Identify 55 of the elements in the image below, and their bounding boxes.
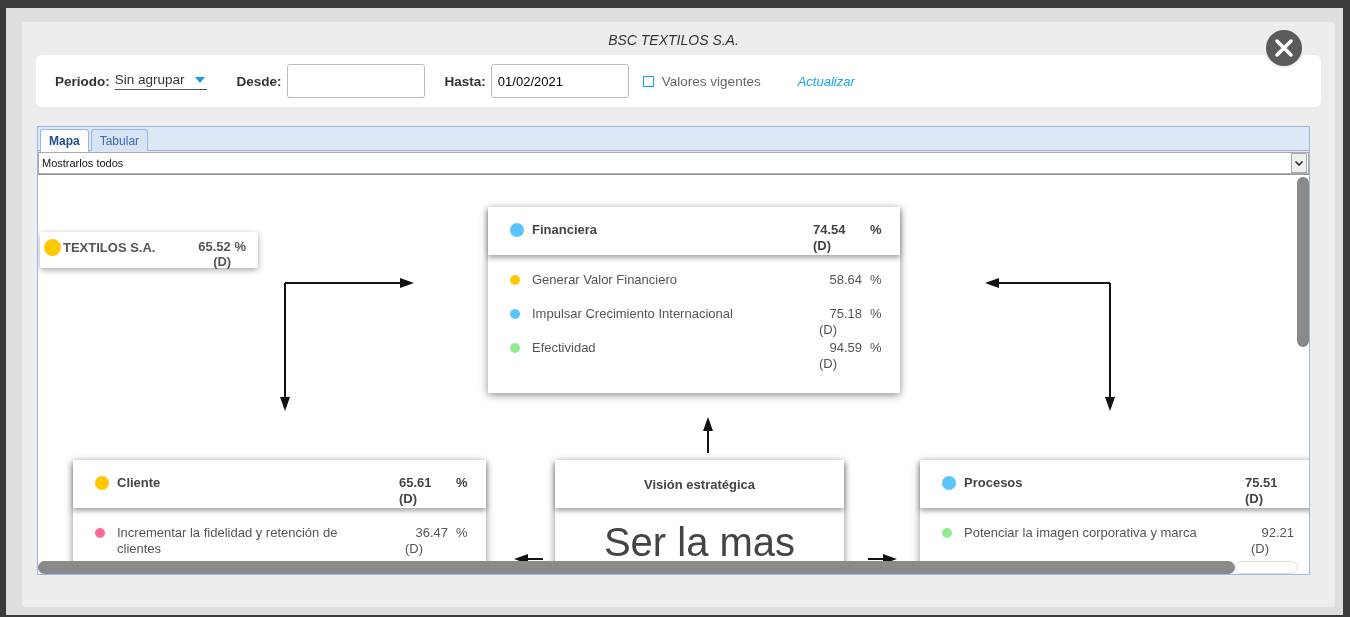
unit-text: % [870,222,883,239]
objective-name: Efectividad [532,340,597,356]
perspective-name: Financiera [532,222,599,239]
caret-icon [194,76,205,83]
value-note: (D) [404,541,424,557]
objective-value: 36.47 [415,525,448,541]
objective-name: Generar Valor Financiero [532,272,678,288]
objective-value: 58.64 [829,272,862,288]
unit-text: % [870,272,883,288]
perspective-name: Cliente [117,475,162,492]
unit-text: % [456,475,469,492]
objective-name: Potenciar la imagen corporativa y marca [964,525,1198,541]
period-dropdown[interactable]: Sin agrupar [114,72,207,90]
scrollbar-thumb[interactable] [1297,177,1309,347]
value-note: (D) [818,356,838,372]
tab[interactable]: Tabular [90,129,149,151]
value-note: (D) [1250,541,1270,557]
value-note: (D) [399,491,418,507]
close-icon [1275,39,1293,57]
vision-title: Visión estratégica [643,476,755,492]
company-value: 65.52 % [198,239,246,254]
dropdown-button[interactable] [1291,153,1307,173]
close-button[interactable] [1264,28,1304,68]
value-note: (D) [818,322,838,338]
date-input[interactable]: 01/02/2021 [490,64,629,98]
perspective-name: Procesos [964,475,1024,492]
objective-name: Incrementar la fidelidad y retención de clientes [117,525,339,557]
objective-value: 94.59 [829,340,862,356]
perspective-value: 65.61 [399,475,432,491]
dropdown-value: Mostrarlos todos [42,157,124,169]
date-input[interactable] [286,64,425,98]
filter-dropdown[interactable]: Mostrarlos todos [38,152,1309,174]
unit-text: % [870,306,883,322]
company-name: TEXTILOS S.A. [63,239,157,256]
value-note: (D) [1245,491,1264,507]
unit-text: % [456,525,469,541]
field-label: Periodo: [55,73,110,89]
objective-value: 92.21 [1261,525,1294,541]
checkbox[interactable] [642,75,654,87]
objective-name: Impulsar Crecimiento Internacional [532,306,734,322]
unit-text: % [870,340,883,356]
connector-arrow [703,417,713,454]
checkbox-label: Valores vigentes [661,73,761,89]
objective-value: 75.18 [829,306,862,322]
chevron-icon [1295,160,1303,166]
perspective-value: 75.51 [1245,475,1278,491]
field-label: Hasta: [444,73,486,89]
vision-text: Ser la mas [602,520,797,565]
field-label: Desde: [236,73,282,89]
value-note: (D) [213,254,232,269]
scrollbar-thumb[interactable] [38,561,1235,574]
tab[interactable]: Mapa [40,129,89,152]
window-title: BSC TEXTILOS S.A. [608,30,739,50]
value-note: (D) [813,238,832,254]
perspective-value: 74.54 [813,222,846,238]
